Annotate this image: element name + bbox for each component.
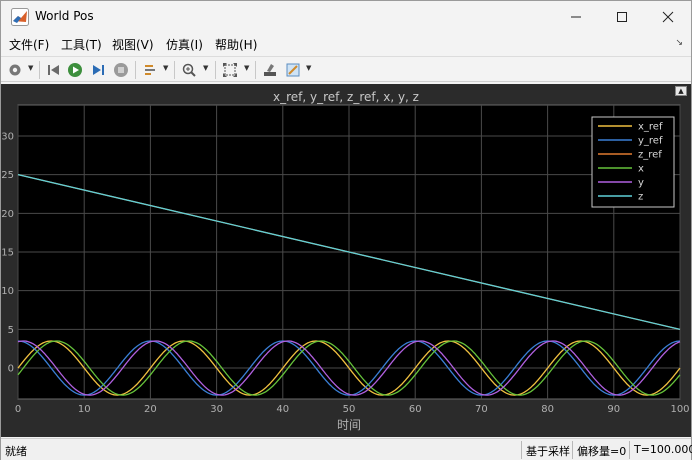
minimize-button[interactable]: [553, 1, 599, 33]
legend-label: y: [638, 178, 644, 189]
x-tick-label: 10: [78, 404, 91, 415]
x-tick-label: 40: [276, 404, 289, 415]
settings-button[interactable]: [5, 60, 25, 80]
y-tick-label: 30: [1, 131, 14, 142]
window-title: World Pos: [35, 9, 94, 23]
legend-label: z: [638, 192, 643, 203]
x-tick-label: 50: [343, 404, 356, 415]
zoom-button[interactable]: [179, 60, 199, 80]
scope-display[interactable]: x_ref, y_ref, z_ref, x, y, z ▲ 0 10 20 30 40…: [1, 84, 691, 437]
zoom-dropdown-icon[interactable]: ▼: [203, 64, 208, 72]
step-back-button[interactable]: [44, 60, 64, 80]
x-tick-label: 90: [607, 404, 620, 415]
close-icon: [662, 11, 674, 23]
menu-help[interactable]: 帮助(H): [215, 36, 257, 53]
toolbar-separator: [39, 61, 40, 79]
y-tick-label: 10: [1, 286, 14, 297]
stop-icon: [114, 63, 128, 77]
y-tick-label: 5: [8, 325, 14, 336]
zoom-icon: [182, 63, 196, 77]
toolbar: ▼ ▼ ▼ ▼ ▼: [1, 56, 691, 82]
minimize-icon: [571, 16, 581, 18]
run-button[interactable]: [65, 60, 85, 80]
gear-icon: [9, 64, 21, 76]
highlight-button[interactable]: [260, 60, 280, 80]
menu-simulation[interactable]: 仿真(I): [166, 36, 203, 53]
legend-label: x: [638, 164, 644, 175]
sample-mode: 基于采样: [521, 441, 574, 459]
matlab-logo-icon: [11, 8, 29, 26]
maximize-button[interactable]: [599, 1, 645, 33]
toolbar-separator: [174, 61, 175, 79]
x-tick-label: 70: [475, 404, 488, 415]
x-tick-label: 80: [541, 404, 554, 415]
y-tick-label: 15: [1, 248, 14, 259]
maximize-icon: [617, 12, 627, 22]
x-axis-label: 时间: [337, 418, 361, 432]
toolbar-separator: [255, 61, 256, 79]
time-readout: T=100.000: [629, 441, 692, 459]
y-tick-label: 0: [8, 364, 14, 375]
signal-select-icon: [145, 65, 155, 75]
highlight-icon: [264, 64, 276, 76]
y-tick-label: 20: [1, 209, 14, 220]
menu-bar: 文件(F) 工具(T) 视图(V) 仿真(I) 帮助(H) ↘: [1, 33, 691, 55]
signal-select-button[interactable]: [141, 60, 161, 80]
toolbar-separator: [135, 61, 136, 79]
step-back-icon: [48, 65, 59, 75]
fit-to-view-icon: [223, 63, 237, 77]
legend-label: x_ref: [638, 122, 663, 133]
offset-readout: 偏移量=0: [572, 441, 630, 459]
x-tick-label: 20: [144, 404, 157, 415]
x-tick-label: 30: [210, 404, 223, 415]
line-chart[interactable]: 0 10 20 30 40 50 60 70 80 90 100 0 5 10 15 20 25 30 时间 x_re…: [1, 84, 691, 437]
style-dropdown-icon[interactable]: ▼: [306, 64, 311, 72]
legend-label: z_ref: [638, 150, 662, 161]
close-button[interactable]: [645, 1, 691, 33]
settings-dropdown-icon[interactable]: ▼: [28, 64, 33, 72]
toolbar-separator: [215, 61, 216, 79]
stop-button[interactable]: [111, 60, 131, 80]
y-tick-label: 25: [1, 170, 14, 181]
style-icon: [286, 63, 300, 77]
x-tick-label: 60: [409, 404, 422, 415]
legend-label: y_ref: [638, 136, 663, 147]
title-bar[interactable]: World Pos: [1, 1, 691, 33]
step-forward-icon: [93, 65, 104, 75]
scope-window: World Pos 文件(F) 工具(T) 视图(V) 仿真(I) 帮助(H) …: [0, 0, 692, 460]
menu-tools[interactable]: 工具(T): [61, 36, 102, 53]
menu-undock-icon[interactable]: ↘: [675, 38, 683, 48]
status-bar: 就绪 基于采样 偏移量=0 T=100.000: [1, 438, 692, 460]
signal-select-dropdown-icon[interactable]: ▼: [163, 64, 168, 72]
menu-file[interactable]: 文件(F): [9, 36, 49, 53]
fit-to-view-button[interactable]: [220, 60, 240, 80]
style-button[interactable]: [283, 60, 303, 80]
status-ready: 就绪: [5, 445, 27, 458]
step-forward-button[interactable]: [88, 60, 108, 80]
fit-dropdown-icon[interactable]: ▼: [244, 64, 249, 72]
x-tick-label: 0: [15, 404, 21, 415]
x-tick-label: 100: [670, 404, 689, 415]
run-icon: [68, 63, 82, 77]
menu-view[interactable]: 视图(V): [112, 36, 154, 53]
